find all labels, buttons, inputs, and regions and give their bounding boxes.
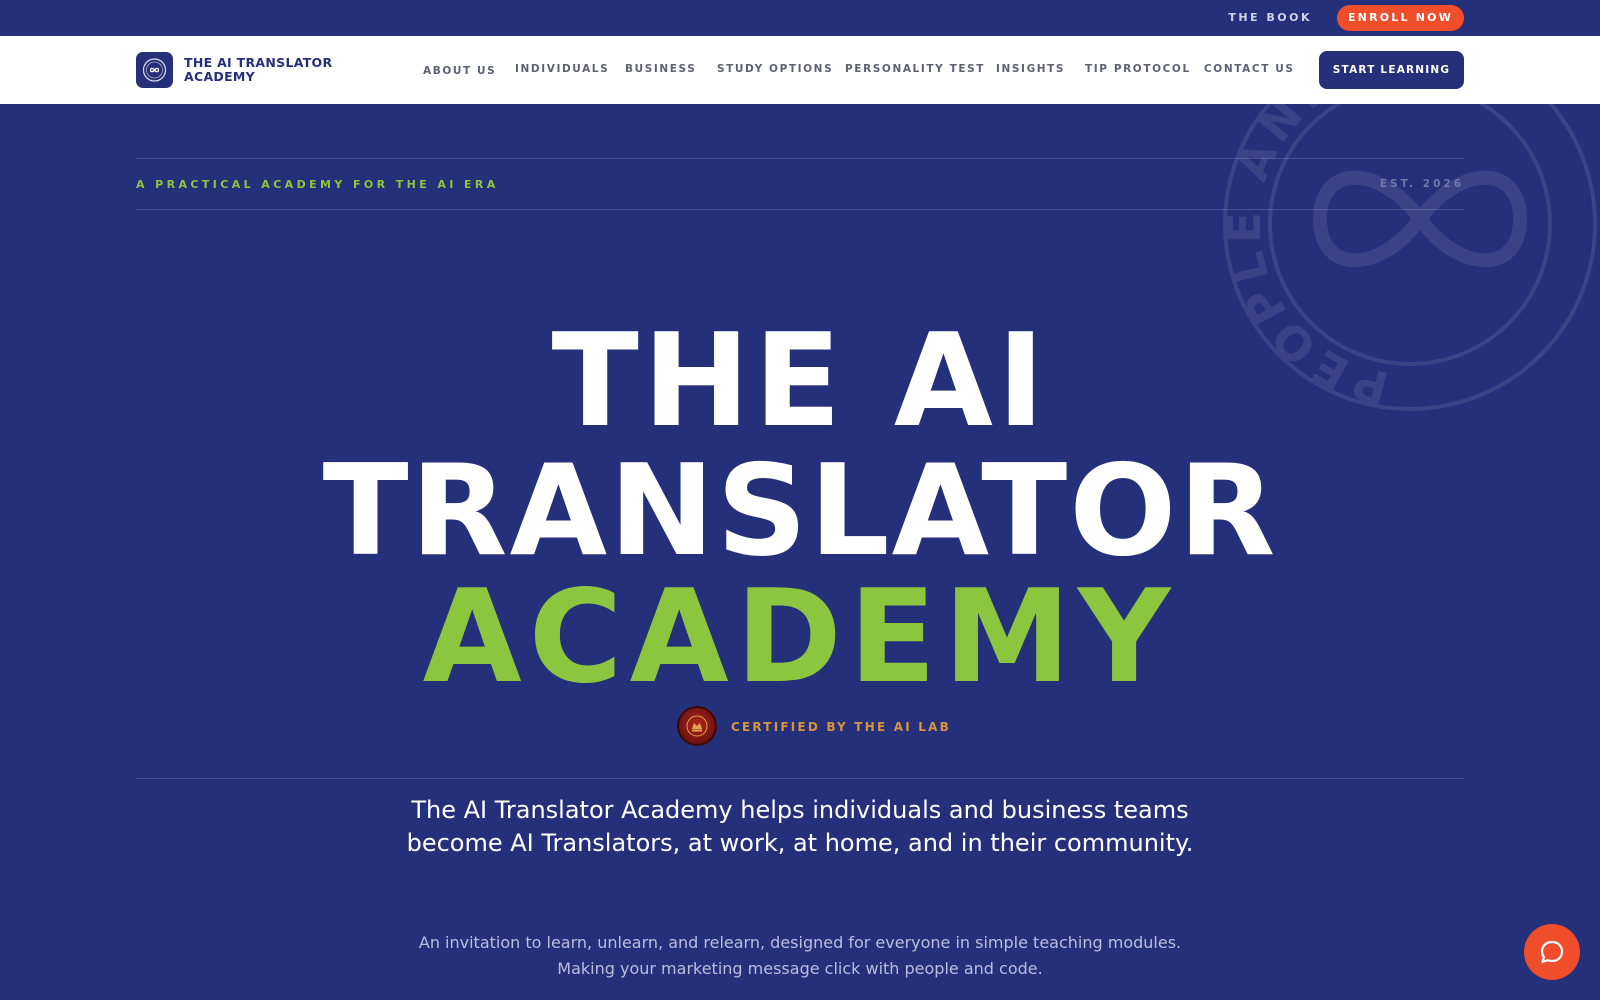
nav-link-tip-protocol[interactable]: TIP PROTOCOL — [1085, 63, 1191, 75]
hero-bottom-divider — [136, 778, 1464, 779]
the-book-link[interactable]: THE BOOK — [1228, 11, 1312, 24]
enroll-now-button[interactable]: ENROLL NOW — [1337, 5, 1464, 31]
headline-line-1: THE AI — [551, 307, 1049, 456]
headline-line-2: TRANSLATOR — [322, 437, 1278, 584]
nav-link-personality-test[interactable]: PERSONALITY TEST — [845, 63, 985, 75]
chat-button[interactable] — [1524, 924, 1580, 980]
nav-link-about-us[interactable]: ABOUT US — [423, 65, 496, 77]
hero-lead-text: The AI Translator Academy helps individu… — [406, 796, 1194, 857]
utility-bar: THE BOOK ENROLL NOW — [0, 0, 1600, 36]
main-nav: THE AI TRANSLATOR ACADEMY ABOUT US INDIV… — [0, 36, 1600, 104]
nav-link-business[interactable]: BUSINESS — [625, 63, 696, 75]
tagline-divider — [136, 209, 1464, 210]
established-year: EST. 2026 — [1379, 178, 1464, 190]
hero-tagline: A PRACTICAL ACADEMY FOR THE AI ERA — [136, 178, 499, 191]
nav-link-individuals[interactable]: INDIVIDUALS — [515, 63, 609, 75]
nav-link-study-options[interactable]: STUDY OPTIONS — [717, 63, 833, 75]
certified-text: CERTIFIED BY THE AI LAB — [731, 720, 951, 734]
hero-section: PEOPLE AND CODE A PRACTICAL ACADEMY FOR … — [0, 104, 1600, 1000]
chat-bubble-icon — [1540, 940, 1564, 964]
nav-link-contact-us[interactable]: CONTACT US — [1204, 63, 1295, 75]
certified-badge: CERTIFIED BY THE AI LAB — [677, 706, 977, 746]
top-divider — [136, 158, 1464, 159]
nav-link-insights[interactable]: INSIGHTS — [996, 63, 1065, 75]
crest-seal-icon — [677, 706, 717, 746]
hero-sub-text: An invitation to learn, unlearn, and rel… — [418, 933, 1182, 978]
headline-line-3: ACADEMY — [422, 563, 1178, 712]
start-learning-button[interactable]: START LEARNING — [1319, 51, 1464, 89]
